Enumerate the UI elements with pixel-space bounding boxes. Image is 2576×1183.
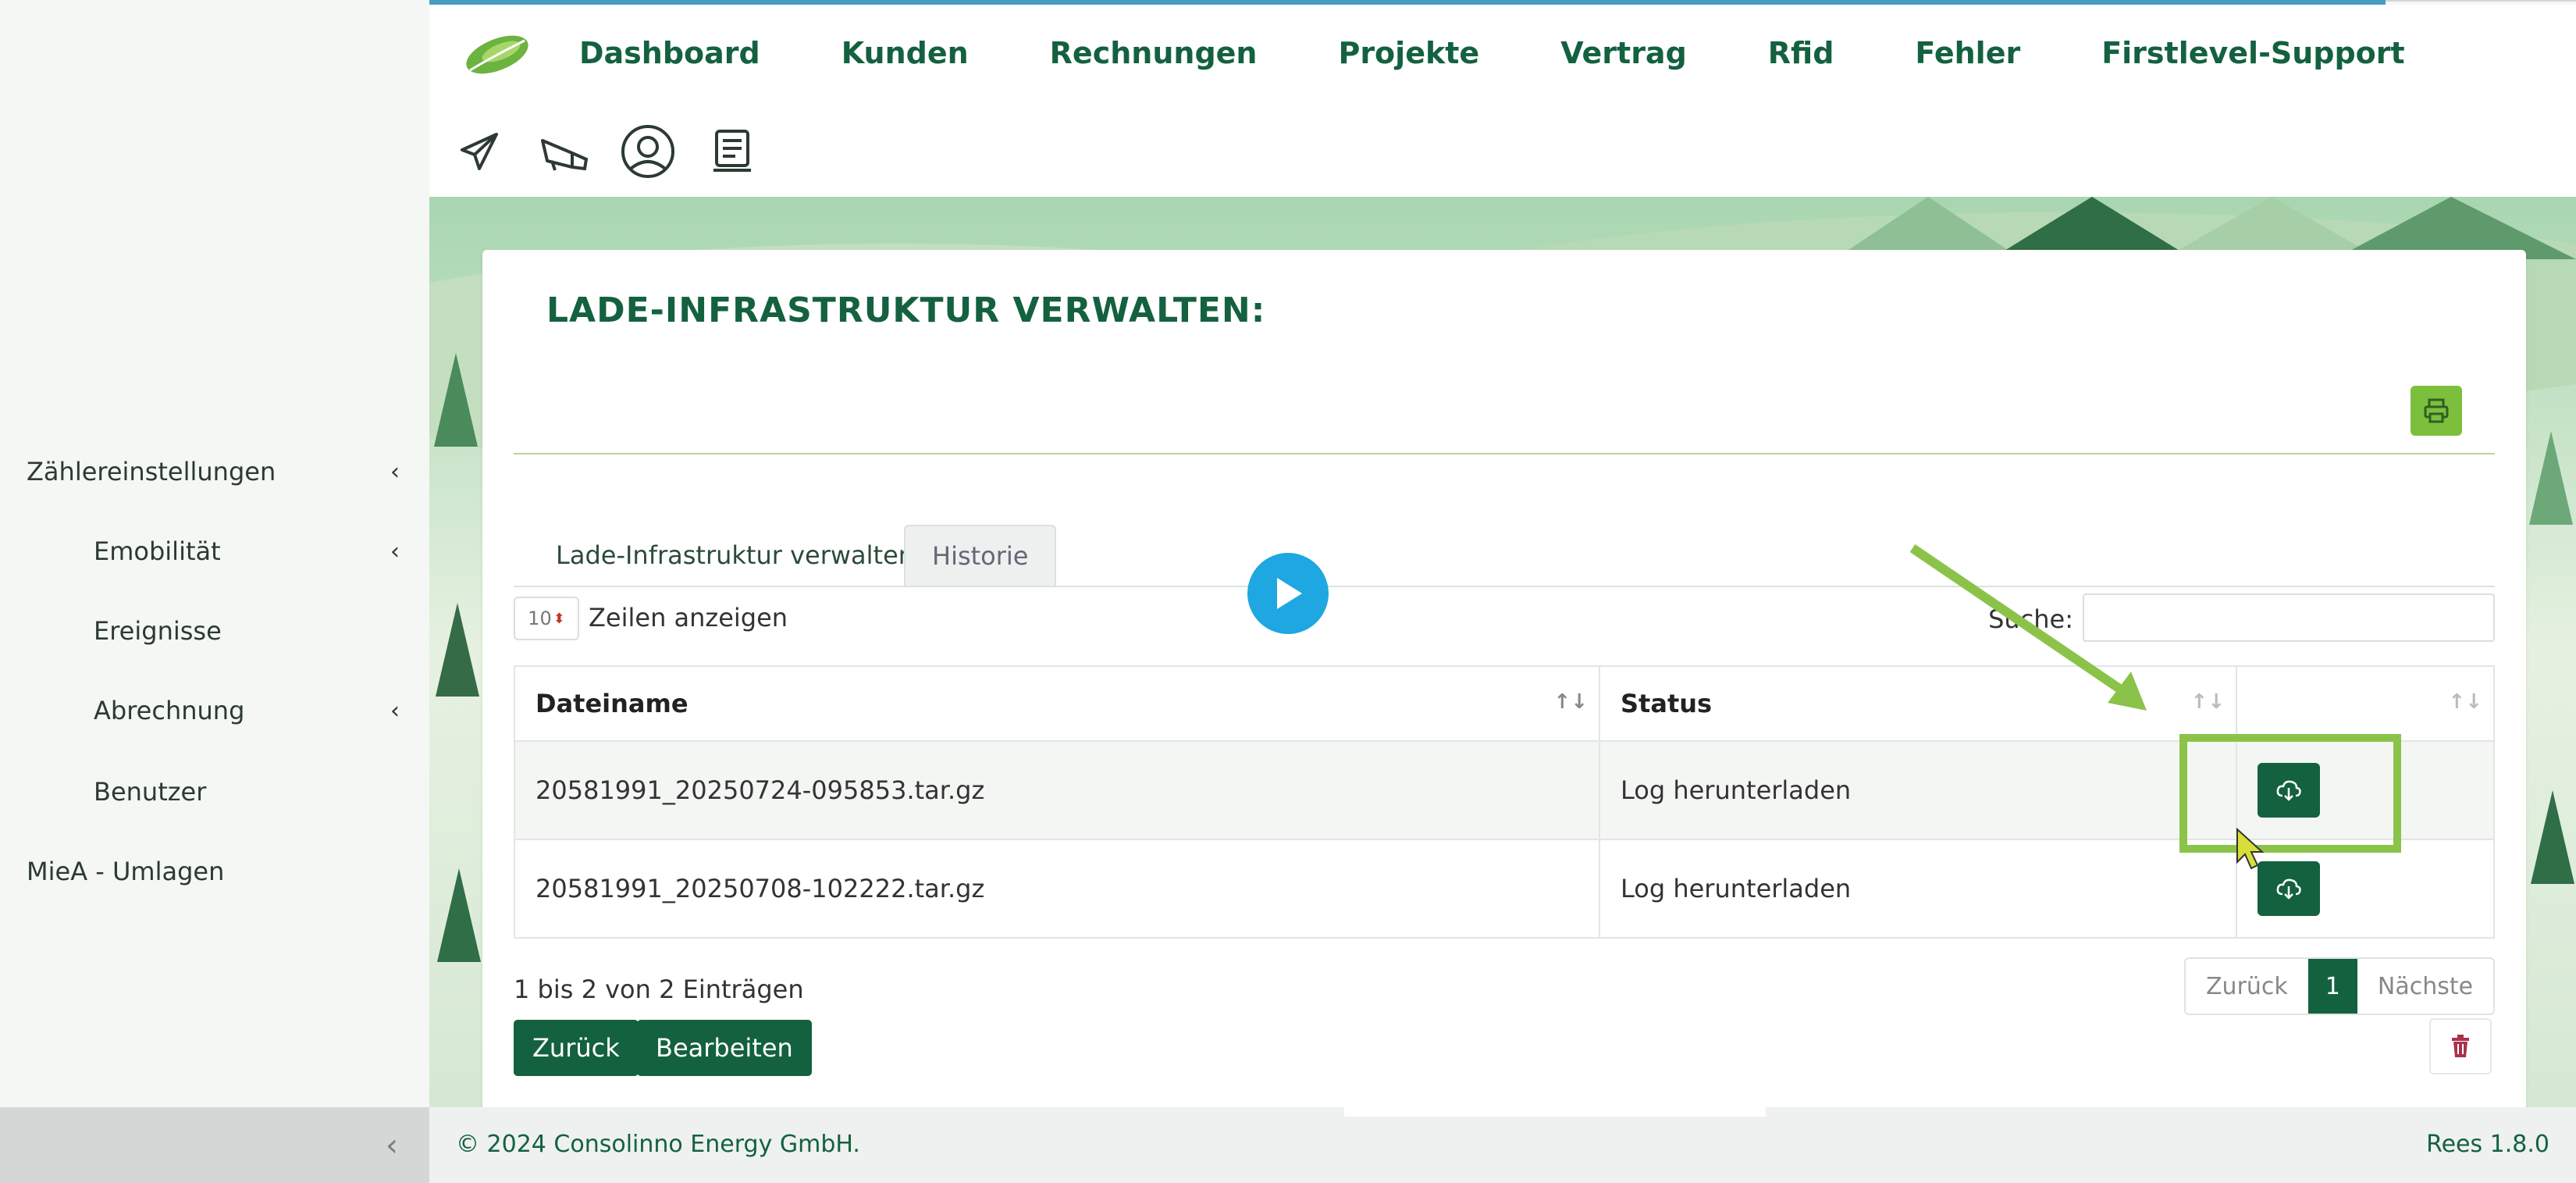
edit-button[interactable]: Bearbeiten xyxy=(637,1020,812,1076)
table-info: 1 bis 2 von 2 Einträgen xyxy=(514,975,804,1004)
sidebar-item-emobilitaet[interactable]: Emobilität ‹ xyxy=(0,520,429,583)
sort-icon: ↑↓ xyxy=(1553,690,1588,714)
download-log-button[interactable] xyxy=(2258,861,2320,916)
sidebar-item-label: Ereignisse xyxy=(94,616,222,646)
footer-highlight-bar xyxy=(1344,1107,1766,1117)
mouse-cursor-icon xyxy=(2236,828,2265,870)
pagination-current[interactable]: 1 xyxy=(2307,959,2357,1014)
background-tree xyxy=(434,353,478,447)
nav-fehler[interactable]: Fehler xyxy=(1915,36,2020,70)
video-play-button[interactable] xyxy=(1247,553,1329,634)
rows-per-page-select[interactable]: 10 ⬍ xyxy=(514,597,579,640)
tab-historie[interactable]: Historie xyxy=(904,525,1057,586)
main-card: LADE-INFRASTRUKTUR VERWALTEN: Lade-Infra… xyxy=(482,250,2526,1124)
column-header-actions[interactable]: ↑↓ xyxy=(2236,665,2495,742)
sidebar-item-label: Abrechnung xyxy=(94,696,245,725)
pagination: Zurück 1 Nächste xyxy=(2184,957,2496,1015)
annotation-arrow-icon xyxy=(1909,544,2147,711)
invoice-icon[interactable] xyxy=(704,122,760,181)
top-progress-track xyxy=(2386,0,2576,2)
sidebar-item-label: Benutzer xyxy=(94,777,207,807)
nav-vertrag[interactable]: Vertrag xyxy=(1560,36,1687,70)
column-header-label: Dateiname xyxy=(535,689,688,718)
sort-icon: ↑↓ xyxy=(2190,690,2225,714)
background-tree xyxy=(2531,790,2574,884)
pagination-prev[interactable]: Zurück xyxy=(2186,959,2308,1014)
column-header-label: Status xyxy=(1621,689,1713,718)
nav-projekte[interactable]: Projekte xyxy=(1338,36,1479,70)
rows-per-page-label: Zeilen anzeigen xyxy=(589,603,788,632)
header-icon-toolbar xyxy=(451,122,760,181)
play-icon xyxy=(1277,578,1302,609)
nav-dashboard[interactable]: Dashboard xyxy=(579,36,760,70)
pagination-next[interactable]: Nächste xyxy=(2357,959,2493,1014)
sidebar-item-miea-umlagen[interactable]: MieA - Umlagen xyxy=(0,840,429,903)
trash-icon xyxy=(2452,1035,2469,1057)
chevron-left-icon: ‹ xyxy=(390,697,400,725)
table-header-row: Dateiname ↑↓ Status ↑↓ ↑↓ xyxy=(514,665,2495,742)
cloud-download-icon xyxy=(2276,878,2301,900)
nav-rfid[interactable]: Rfid xyxy=(1768,36,1834,70)
delete-button[interactable] xyxy=(2429,1018,2492,1074)
sidebar-item-abrechnung[interactable]: Abrechnung ‹ xyxy=(0,679,429,742)
back-button[interactable]: Zurück xyxy=(514,1020,639,1076)
column-header-dateiname[interactable]: Dateiname ↑↓ xyxy=(514,665,1600,742)
sidebar-item-benutzer[interactable]: Benutzer xyxy=(0,761,429,823)
nav-firstlevel-support[interactable]: Firstlevel-Support xyxy=(2101,36,2404,70)
main-nav: Dashboard Kunden Rechnungen Projekte Ver… xyxy=(579,36,2486,70)
background-tree xyxy=(437,868,481,962)
sidebar-item-label: MieA - Umlagen xyxy=(27,857,225,886)
print-button[interactable] xyxy=(2411,386,2462,436)
sidebar: Zählereinstellungen ‹ Emobilität ‹ Ereig… xyxy=(0,0,429,1107)
header: Dashboard Kunden Rechnungen Projekte Ver… xyxy=(429,5,2576,197)
nav-rechnungen[interactable]: Rechnungen xyxy=(1050,36,1258,70)
sidebar-item-zaehlereinstellungen[interactable]: Zählereinstellungen ‹ xyxy=(0,440,429,503)
file-name-cell: 20581991_20250724-095853.tar.gz xyxy=(514,740,1600,840)
table-row: 20581991_20250708-102222.tar.gz Log heru… xyxy=(514,839,2495,939)
page-title: LADE-INFRASTRUKTUR VERWALTEN: xyxy=(546,290,1266,330)
chevron-left-icon: ‹ xyxy=(390,458,400,486)
sort-updown-icon: ⬍ xyxy=(553,610,565,627)
collapse-sidebar-icon[interactable]: ‹ xyxy=(386,1128,398,1163)
printer-icon xyxy=(2424,398,2449,423)
sidebar-footer: ‹ xyxy=(0,1107,429,1183)
annotation-highlight-box xyxy=(2179,734,2401,853)
background-tree xyxy=(2529,431,2573,525)
footer: © 2024 Consolinno Energy GmbH. Rees 1.8.… xyxy=(429,1107,2576,1183)
status-cell: Log herunterladen xyxy=(1599,839,2237,939)
background-tree xyxy=(436,603,479,697)
sort-icon: ↑↓ xyxy=(2448,690,2482,714)
file-name-cell: 20581991_20250708-102222.tar.gz xyxy=(514,839,1600,939)
tab-divider xyxy=(514,586,2495,587)
sidebar-item-label: Zählereinstellungen xyxy=(27,457,276,486)
support-agent-icon[interactable] xyxy=(620,122,676,181)
sidebar-item-ereignisse[interactable]: Ereignisse xyxy=(0,600,429,662)
footer-copyright: © 2024 Consolinno Energy GmbH. xyxy=(456,1131,860,1158)
chevron-left-icon: ‹ xyxy=(390,537,400,565)
title-divider xyxy=(514,453,2495,454)
paper-plane-icon[interactable] xyxy=(451,122,507,181)
footer-version: Rees 1.8.0 xyxy=(2426,1131,2549,1158)
nav-kunden[interactable]: Kunden xyxy=(841,36,969,70)
megaphone-icon[interactable] xyxy=(535,122,592,181)
rows-per-page-value: 10 xyxy=(528,608,552,629)
sidebar-item-label: Emobilität xyxy=(94,536,221,566)
action-cell xyxy=(2236,839,2495,939)
status-cell: Log herunterladen xyxy=(1599,740,2237,840)
logo-leaf-icon[interactable] xyxy=(462,33,532,77)
tab-lade-infrastruktur[interactable]: Lade-Infrastruktur verwalten xyxy=(529,525,941,586)
